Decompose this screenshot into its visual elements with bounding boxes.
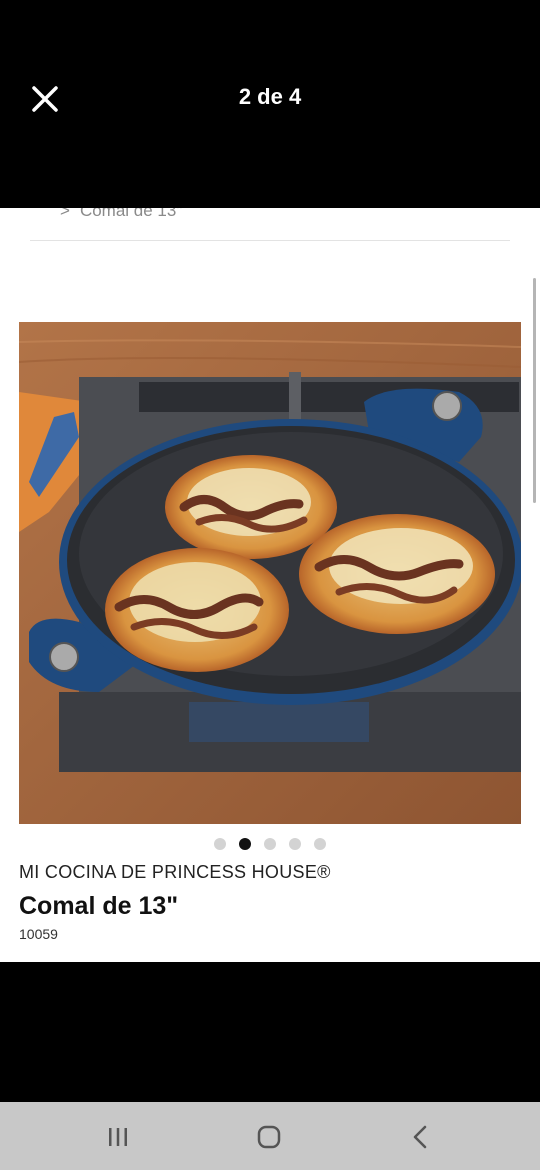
breadcrumb-separator: >	[60, 208, 70, 220]
divider	[30, 240, 510, 241]
screenshot-content: > Comal de 13" MI COCINA DE PRINCESS HOU…	[0, 208, 540, 962]
back-icon	[413, 1125, 427, 1149]
breadcrumb-current[interactable]: Comal de 13"	[80, 208, 182, 220]
recents-button[interactable]	[101, 1120, 135, 1154]
home-button[interactable]	[252, 1120, 286, 1154]
carousel-dot[interactable]	[264, 838, 276, 850]
carousel-dots	[0, 838, 540, 850]
carousel-dot-active[interactable]	[239, 838, 251, 850]
viewer-header: 2 de 4	[0, 0, 540, 208]
home-icon	[257, 1125, 281, 1149]
back-button[interactable]	[404, 1120, 438, 1154]
carousel-dot[interactable]	[314, 838, 326, 850]
carousel-dot[interactable]	[289, 838, 301, 850]
carousel-dot[interactable]	[214, 838, 226, 850]
navigation-bar	[0, 1102, 540, 1170]
image-counter: 2 de 4	[238, 84, 302, 109]
product-sku: 10059	[19, 926, 58, 942]
screen: 2 de 4 > Comal de 13" MI COCINA DE PRINC…	[0, 0, 540, 1170]
product-brand: MI COCINA DE PRINCESS HOUSE®	[19, 862, 331, 882]
product-photo[interactable]	[19, 322, 521, 824]
recents-icon	[109, 1128, 127, 1146]
breadcrumb: > Comal de 13"	[60, 208, 182, 221]
product-title: Comal de 13"	[19, 892, 179, 920]
scrollbar[interactable]	[533, 278, 536, 503]
